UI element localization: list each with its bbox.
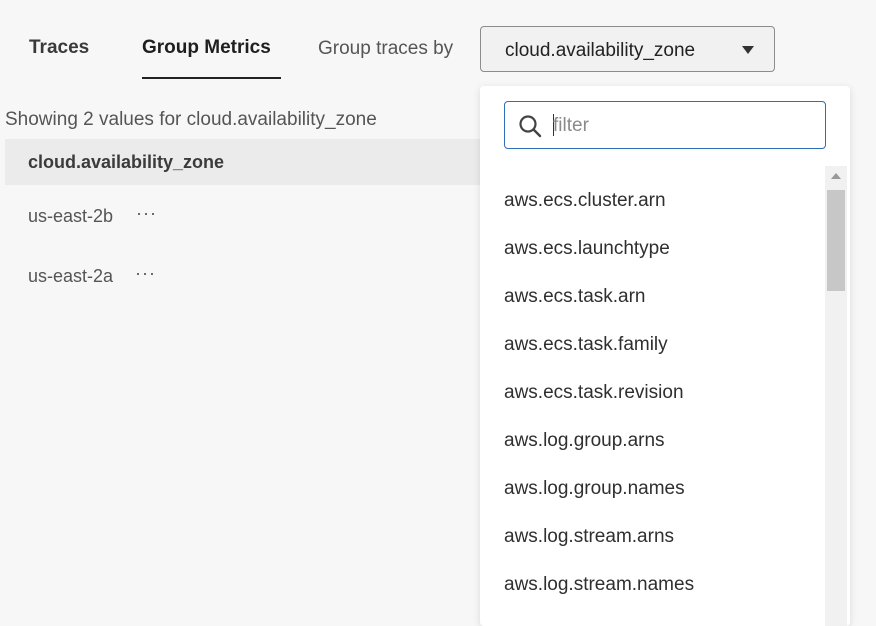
dropdown-option[interactable]: aws.log.stream.names	[504, 570, 804, 618]
filter-field[interactable]	[504, 101, 826, 149]
search-icon	[519, 115, 542, 138]
table-row: us-east-2a	[28, 266, 114, 286]
table-column-header: cloud.availability_zone	[5, 139, 485, 185]
dropdown-option[interactable]: aws.log.group.arns	[504, 426, 804, 474]
group-by-selected-value: cloud.availability_zone	[505, 40, 696, 61]
group-by-select[interactable]: cloud.availability_zone	[480, 26, 775, 72]
scrollbar-thumb[interactable]	[827, 190, 845, 291]
dropdown-option[interactable]: aws.ecs.task.arn	[504, 282, 804, 330]
caret-down-icon	[742, 46, 754, 54]
group-traces-by-label: Group traces by	[318, 38, 454, 59]
tab-traces[interactable]: Traces	[29, 37, 89, 59]
scrollbar[interactable]	[825, 166, 847, 626]
group-by-dropdown: aws.ecs.cluster.arn aws.ecs.launchtype a…	[480, 86, 850, 626]
column-header-label: cloud.availability_zone	[28, 152, 225, 172]
options-list: aws.ecs.cluster.arn aws.ecs.launchtype a…	[504, 186, 804, 618]
scroll-up-arrow-icon[interactable]	[831, 173, 841, 179]
dropdown-option[interactable]: aws.ecs.cluster.arn	[504, 186, 804, 234]
more-options-icon[interactable]: ···	[135, 263, 156, 284]
filter-input[interactable]	[551, 111, 815, 141]
dropdown-option[interactable]: aws.log.stream.arns	[504, 522, 804, 570]
dropdown-option[interactable]: aws.ecs.launchtype	[504, 234, 804, 282]
more-options-icon[interactable]: ···	[136, 203, 157, 224]
table-row: us-east-2b	[28, 206, 114, 226]
tab-group-metrics[interactable]: Group Metrics	[142, 37, 271, 59]
active-tab-indicator	[142, 77, 281, 79]
dropdown-option[interactable]: aws.ecs.task.family	[504, 330, 804, 378]
values-summary: Showing 2 values for cloud.availability_…	[5, 109, 377, 130]
dropdown-option[interactable]: aws.log.group.names	[504, 474, 804, 522]
dropdown-option[interactable]: aws.ecs.task.revision	[504, 378, 804, 426]
